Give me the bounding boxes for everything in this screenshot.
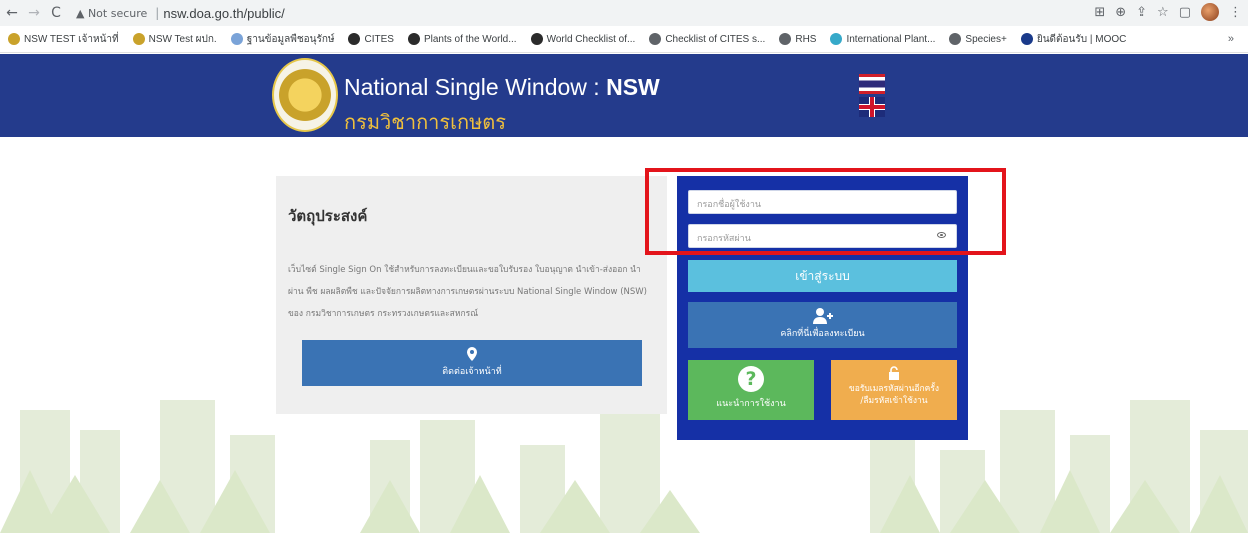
language-switcher bbox=[859, 74, 885, 118]
bookmark-item[interactable]: NSW Test ผปก. bbox=[132, 32, 217, 47]
bookmark-label: CITES bbox=[364, 33, 394, 45]
bookmark-label: World Checklist of... bbox=[546, 33, 636, 45]
bookmark-item[interactable]: Plants of the World... bbox=[407, 33, 517, 45]
bookmark-label: Species+ bbox=[965, 33, 1007, 45]
objective-panel: วัตถุประสงค์ เว็บไซต์ Single Sign On ใช้… bbox=[276, 176, 667, 414]
bookmark-star-icon[interactable]: ☆ bbox=[1157, 5, 1169, 20]
password-placeholder: กรอกรหัสผ่าน bbox=[697, 234, 751, 244]
translate-icon[interactable]: ⊞ bbox=[1094, 5, 1105, 20]
address-bar[interactable]: ▲ Not secure | nsw.doa.go.th/public/ bbox=[76, 6, 285, 21]
register-label: คลิกที่นี่เพื่อลงทะเบียน bbox=[780, 329, 865, 339]
url-text[interactable]: nsw.doa.go.th/public/ bbox=[163, 6, 284, 21]
location-pin-icon bbox=[467, 347, 477, 361]
bookmark-label: NSW Test ผปก. bbox=[148, 33, 217, 45]
login-panel: กรอกชื่อผู้ใช้งาน กรอกรหัสผ่าน เข้าสู่ระ… bbox=[677, 176, 968, 440]
contact-staff-button[interactable]: ติดต่อเจ้าหน้าที่ bbox=[302, 340, 642, 386]
site-header: National Single Window : NSW กรมวิชาการเ… bbox=[0, 54, 1248, 137]
register-button[interactable]: คลิกที่นี่เพื่อลงทะเบียน bbox=[688, 302, 957, 348]
bookmark-label: Plants of the World... bbox=[423, 33, 517, 45]
username-input[interactable]: กรอกชื่อผู้ใช้งาน bbox=[688, 190, 957, 214]
bookmark-item[interactable]: CITES bbox=[348, 33, 394, 45]
add-user-icon bbox=[812, 308, 833, 324]
profile-avatar[interactable] bbox=[1201, 3, 1219, 21]
bookmark-item[interactable]: Checklist of CITES s... bbox=[649, 33, 765, 45]
bookmark-item[interactable]: NSW TEST เจ้าหน้าที่ bbox=[8, 32, 119, 47]
bookmark-item[interactable]: International Plant... bbox=[830, 33, 935, 45]
bookmarks-bar: NSW TEST เจ้าหน้าที่ NSW Test ผปก. ฐานข้อม… bbox=[0, 26, 1248, 53]
bookmark-item[interactable]: Species+ bbox=[949, 33, 1007, 45]
site-title: National Single Window : NSW bbox=[344, 74, 660, 100]
bookmark-label: RHS bbox=[795, 33, 817, 45]
browser-toolbar: ← → C ▲ Not secure | nsw.doa.go.th/publi… bbox=[0, 0, 1248, 26]
question-icon: ? bbox=[738, 366, 764, 392]
share-icon[interactable]: ⇪ bbox=[1136, 5, 1147, 20]
browser-actions: ⊞ ⊕ ⇪ ☆ ▢ ⋮ bbox=[1094, 3, 1242, 21]
show-password-eye-icon[interactable] bbox=[937, 232, 946, 238]
password-input[interactable]: กรอกรหัสผ่าน bbox=[688, 224, 957, 248]
bookmark-favicon-icon bbox=[830, 33, 843, 45]
unlock-icon bbox=[889, 366, 899, 380]
bookmark-item[interactable]: RHS bbox=[779, 33, 816, 45]
bookmark-favicon-icon bbox=[1020, 33, 1033, 45]
bookmark-favicon-icon bbox=[530, 33, 543, 45]
bookmarks-overflow-button[interactable]: » bbox=[1228, 33, 1234, 45]
contact-staff-label: ติดต่อเจ้าหน้าที่ bbox=[442, 367, 502, 377]
bookmark-favicon-icon bbox=[407, 33, 420, 45]
uk-flag-icon[interactable] bbox=[859, 97, 885, 117]
bookmark-favicon-icon bbox=[949, 33, 962, 45]
bookmark-label: ฐานข้อมูลพืชอนุรักษ์ bbox=[246, 33, 335, 45]
username-placeholder: กรอกชื่อผู้ใช้งาน bbox=[697, 200, 762, 210]
reset-label-line1: ขอรับเมลรหัสผ่านอีกครั้ง bbox=[848, 384, 940, 394]
bookmark-favicon-icon bbox=[8, 33, 20, 45]
objective-title: วัตถุประสงค์ bbox=[288, 207, 368, 225]
zoom-icon[interactable]: ⊕ bbox=[1115, 5, 1126, 20]
bookmark-favicon-icon bbox=[230, 33, 243, 45]
doa-logo bbox=[272, 58, 338, 132]
not-secure-indicator[interactable]: ▲ Not secure bbox=[76, 7, 147, 20]
login-button[interactable]: เข้าสู่ระบบ bbox=[688, 260, 957, 292]
forward-button[interactable]: → bbox=[24, 5, 44, 21]
url-separator: | bbox=[155, 6, 160, 20]
thai-flag-icon[interactable] bbox=[859, 74, 885, 94]
bookmark-item[interactable]: World Checklist of... bbox=[530, 33, 636, 45]
bookmark-label: NSW TEST เจ้าหน้าที่ bbox=[24, 33, 119, 45]
reload-button[interactable]: C bbox=[46, 5, 66, 21]
objective-text: เว็บไซต์ Single Sign On ใช้สำหรับการลงทะ… bbox=[288, 265, 647, 319]
bookmark-item[interactable]: ยินดีต้อนรับ | MOOC bbox=[1020, 32, 1127, 47]
reset-label-line2: /ลืมรหัสเข้าใช้งาน bbox=[860, 396, 928, 406]
bookmark-label: Checklist of CITES s... bbox=[665, 33, 766, 45]
site-subtitle: กรมวิชาการเกษตร bbox=[344, 110, 507, 134]
bookmark-favicon-icon bbox=[649, 33, 662, 45]
bookmark-favicon-icon bbox=[132, 33, 145, 45]
side-panel-icon[interactable]: ▢ bbox=[1179, 5, 1191, 20]
bookmark-item[interactable]: ฐานข้อมูลพืชอนุรักษ์ bbox=[230, 32, 335, 47]
bookmark-favicon-icon bbox=[779, 33, 792, 45]
user-guide-button[interactable]: ? แนะนำการใช้งาน bbox=[688, 360, 814, 420]
user-guide-label: แนะนำการใช้งาน bbox=[716, 399, 786, 409]
bookmark-favicon-icon bbox=[348, 33, 361, 45]
menu-icon[interactable]: ⋮ bbox=[1229, 5, 1242, 20]
back-button[interactable]: ← bbox=[2, 5, 22, 21]
reset-password-button[interactable]: ขอรับเมลรหัสผ่านอีกครั้ง /ลืมรหัสเข้าใช้… bbox=[831, 360, 957, 420]
bookmark-label: International Plant... bbox=[846, 33, 936, 45]
bookmark-label: ยินดีต้อนรับ | MOOC bbox=[1036, 33, 1127, 45]
